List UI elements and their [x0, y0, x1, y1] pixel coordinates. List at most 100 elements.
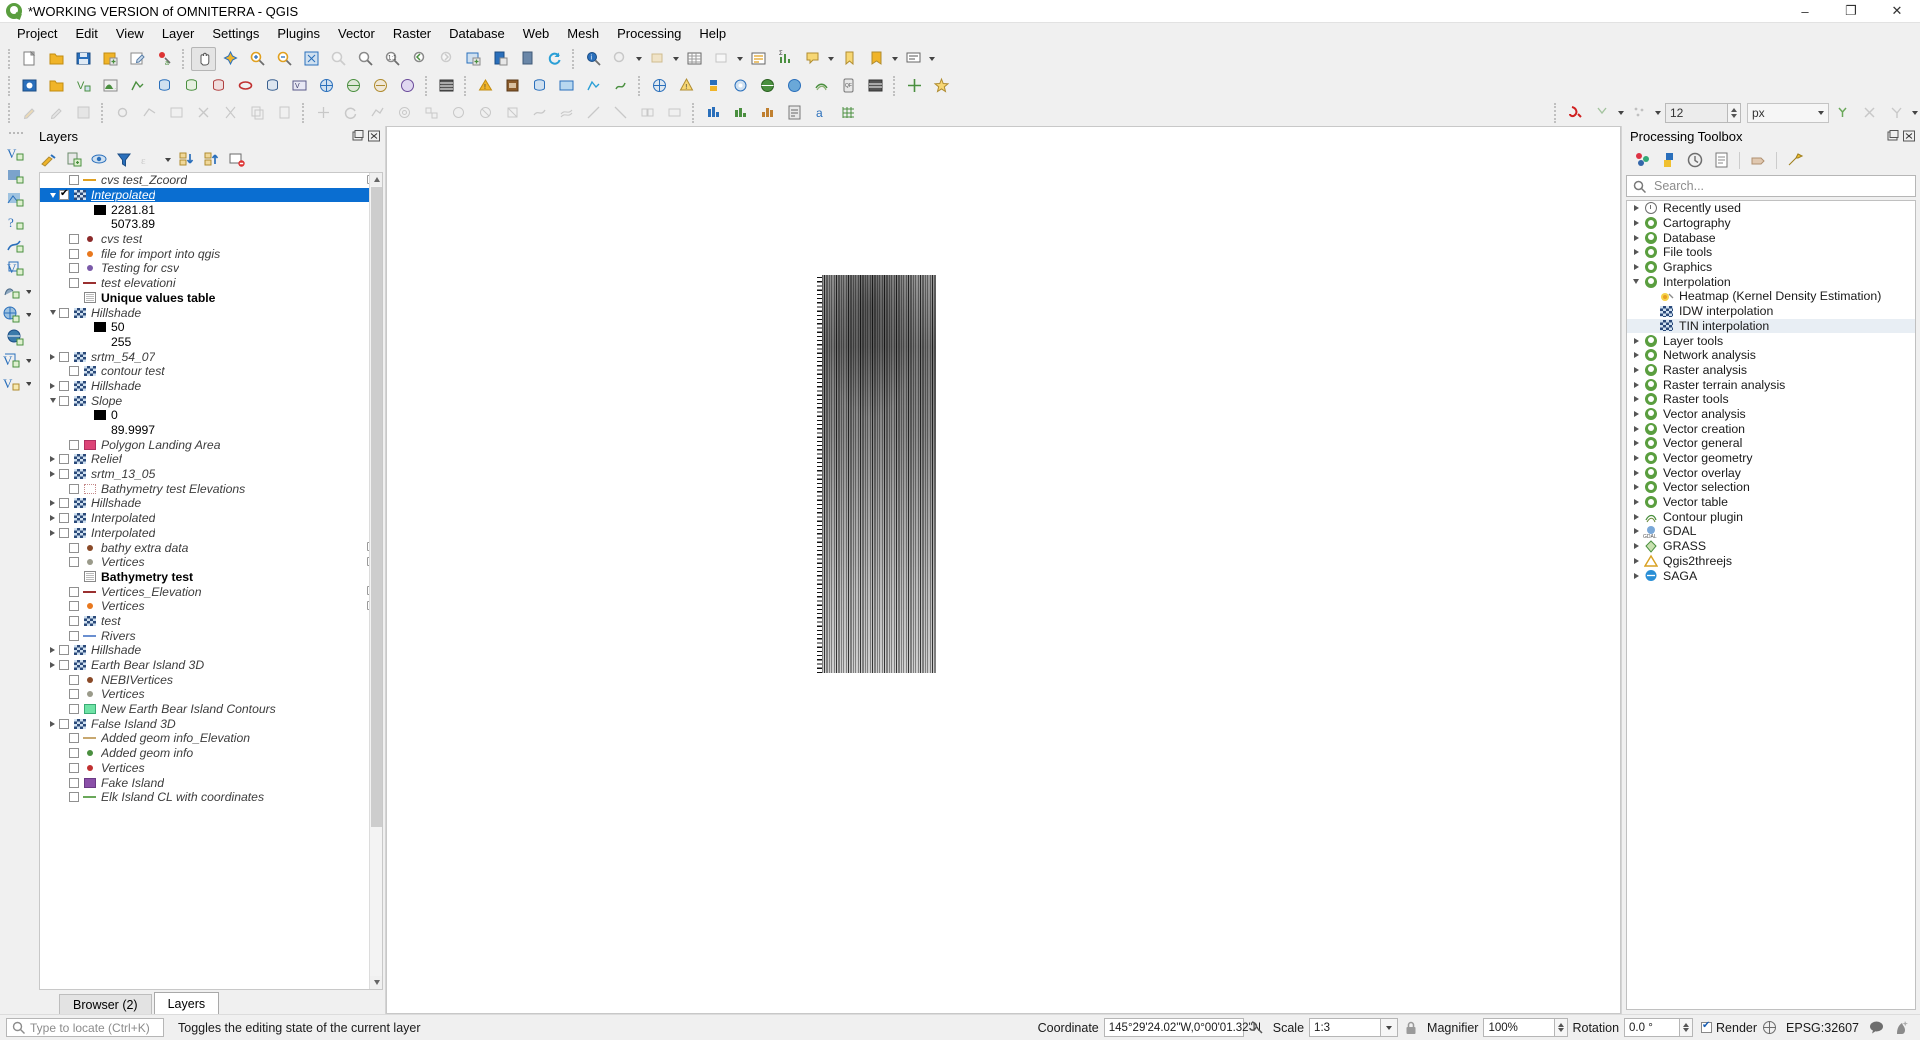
new-raster-layer-icon[interactable]	[3, 165, 29, 188]
processing-tree-item[interactable]: Cartography	[1627, 216, 1915, 231]
layer-visibility-checkbox[interactable]	[69, 248, 79, 259]
toggle-extents-icon[interactable]	[1247, 1018, 1266, 1037]
show-map-tips-icon[interactable]	[800, 47, 825, 71]
processing-tree-item[interactable]: Vector geometry	[1627, 451, 1915, 466]
layer-tree[interactable]: cvs test_ZcoordInterpolated2281.815073.8…	[39, 172, 383, 990]
measure-dropdown-icon[interactable]	[634, 47, 644, 71]
qgis-mascot-icon[interactable]	[1892, 1018, 1911, 1037]
statistical-summary-icon[interactable]: Σ	[773, 47, 798, 71]
label-toolbar-icon[interactable]: a	[809, 101, 834, 125]
new-geopackage-layer-icon[interactable]	[500, 74, 525, 98]
chevron-right-icon[interactable]	[1629, 499, 1643, 506]
scale-value[interactable]: 1:3	[1309, 1018, 1382, 1037]
chevron-right-icon[interactable]	[1629, 249, 1643, 256]
close-icon[interactable]	[1903, 130, 1916, 143]
processing-tree-item[interactable]: IDW interpolation	[1627, 304, 1915, 319]
merge-features-icon[interactable]	[635, 101, 660, 125]
show-bookmarks-icon[interactable]	[864, 47, 889, 71]
layer-row[interactable]: Bathymetry test	[40, 570, 382, 585]
layer-visibility-checkbox[interactable]	[69, 674, 79, 685]
python-console-icon[interactable]	[701, 74, 726, 98]
layer-row[interactable]: contour test	[40, 364, 382, 379]
open-attribute-table-2-icon[interactable]	[434, 74, 459, 98]
chevron-right-icon[interactable]	[1629, 264, 1643, 271]
layer-row[interactable]: Hillshade	[40, 379, 382, 394]
magnifier-stepper[interactable]: 100%	[1483, 1018, 1569, 1037]
layer-visibility-checkbox[interactable]	[69, 762, 79, 773]
layer-tree-scrollbar[interactable]	[369, 173, 382, 989]
zoom-native-icon[interactable]: 1:1	[380, 47, 405, 71]
move-feature-icon[interactable]	[311, 101, 336, 125]
layer-visibility-checkbox[interactable]	[59, 498, 69, 509]
layer-row[interactable]: Relief	[40, 452, 382, 467]
edit-features-icon[interactable]	[1745, 149, 1771, 172]
add-postgis-layer-icon[interactable]	[152, 74, 177, 98]
layer-visibility-checkbox[interactable]	[69, 263, 79, 274]
layer-row[interactable]: Added geom info_Elevation	[40, 731, 382, 746]
layer-row[interactable]: cvs test_Zcoord	[40, 173, 382, 188]
add-mesh-layer-icon[interactable]	[125, 74, 150, 98]
add-delimited-text-layer-icon[interactable]: V	[71, 74, 96, 98]
layer-row[interactable]: Vertices	[40, 599, 382, 614]
chevron-down-icon[interactable]	[46, 310, 59, 316]
processing-tree-item[interactable]: Vector overlay	[1627, 465, 1915, 480]
layer-row[interactable]: New Earth Bear Island Contours	[40, 702, 382, 717]
manage-map-themes-icon[interactable]	[87, 149, 110, 171]
layer-row[interactable]: Testing for csv	[40, 261, 382, 276]
add-part-icon[interactable]	[419, 101, 444, 125]
topological-editing-icon[interactable]	[1830, 101, 1855, 125]
current-edits-icon[interactable]	[17, 101, 42, 125]
layer-row[interactable]: Vertices_Elevation	[40, 584, 382, 599]
collapse-all-icon[interactable]	[200, 149, 223, 171]
zoom-full-icon[interactable]	[299, 47, 324, 71]
layer-row[interactable]: Elk Island CL with coordinates	[40, 790, 382, 805]
zoom-last-icon[interactable]	[407, 47, 432, 71]
chevron-right-icon[interactable]	[1629, 440, 1643, 447]
enable-snapping-icon[interactable]	[1563, 101, 1588, 125]
chevron-right-icon[interactable]	[1629, 410, 1643, 417]
menu-settings[interactable]: Settings	[203, 23, 268, 45]
expand-all-icon[interactable]	[175, 149, 198, 171]
layer-row[interactable]: test elevationi	[40, 276, 382, 291]
chevron-right-icon[interactable]	[1629, 557, 1643, 564]
mmqgis-icon[interactable]	[863, 74, 888, 98]
new-project-icon[interactable]	[17, 47, 42, 71]
new-point-layer-icon[interactable]: ?	[3, 211, 29, 234]
layer-visibility-checkbox[interactable]	[69, 542, 79, 553]
search-input[interactable]	[1652, 178, 1915, 194]
chevron-right-icon[interactable]	[46, 720, 59, 727]
style-manager-icon[interactable]: a	[152, 47, 177, 71]
measure-bearing-icon[interactable]	[755, 101, 780, 125]
layer-row[interactable]: 5073.89	[40, 217, 382, 232]
new-map-view-icon[interactable]	[461, 47, 486, 71]
new-mesh-side-icon[interactable]	[3, 188, 29, 211]
processing-tree-item[interactable]: SAGA	[1627, 568, 1915, 583]
undock-icon[interactable]	[352, 130, 365, 143]
layer-visibility-checkbox[interactable]	[69, 704, 79, 715]
layer-visibility-checkbox[interactable]	[69, 278, 79, 289]
plugin-manager-icon[interactable]: !	[674, 74, 699, 98]
delete-part-icon[interactable]	[500, 101, 525, 125]
decorations-icon[interactable]	[929, 74, 954, 98]
qfield-sync-icon[interactable]: QF	[836, 74, 861, 98]
layer-visibility-checkbox[interactable]	[59, 395, 69, 406]
models-icon[interactable]	[1630, 149, 1656, 172]
new-print-layout-icon[interactable]	[125, 47, 150, 71]
reshape-features-icon[interactable]	[527, 101, 552, 125]
chevron-right-icon[interactable]	[46, 382, 59, 389]
layer-visibility-checkbox[interactable]	[59, 188, 69, 201]
layer-visibility-checkbox[interactable]	[69, 792, 79, 803]
chevron-right-icon[interactable]	[1629, 572, 1643, 579]
offset-curve-icon[interactable]	[554, 101, 579, 125]
geoprocessing-icon[interactable]	[728, 74, 753, 98]
locator-search-input[interactable]: Type to locate (Ctrl+K)	[6, 1018, 164, 1037]
chevron-right-icon[interactable]	[1629, 425, 1643, 432]
chevron-right-icon[interactable]	[1629, 396, 1643, 403]
add-wfs-layer-icon[interactable]	[368, 74, 393, 98]
menu-vector[interactable]: Vector	[329, 23, 384, 45]
snapping-tolerance-stepper[interactable]: 12	[1665, 102, 1741, 123]
processing-tree-item[interactable]: Raster tools	[1627, 392, 1915, 407]
filter-legend-by-expression-icon[interactable]: ε	[137, 149, 160, 171]
layer-row[interactable]: Hillshade	[40, 496, 382, 511]
refresh-icon[interactable]	[542, 47, 567, 71]
